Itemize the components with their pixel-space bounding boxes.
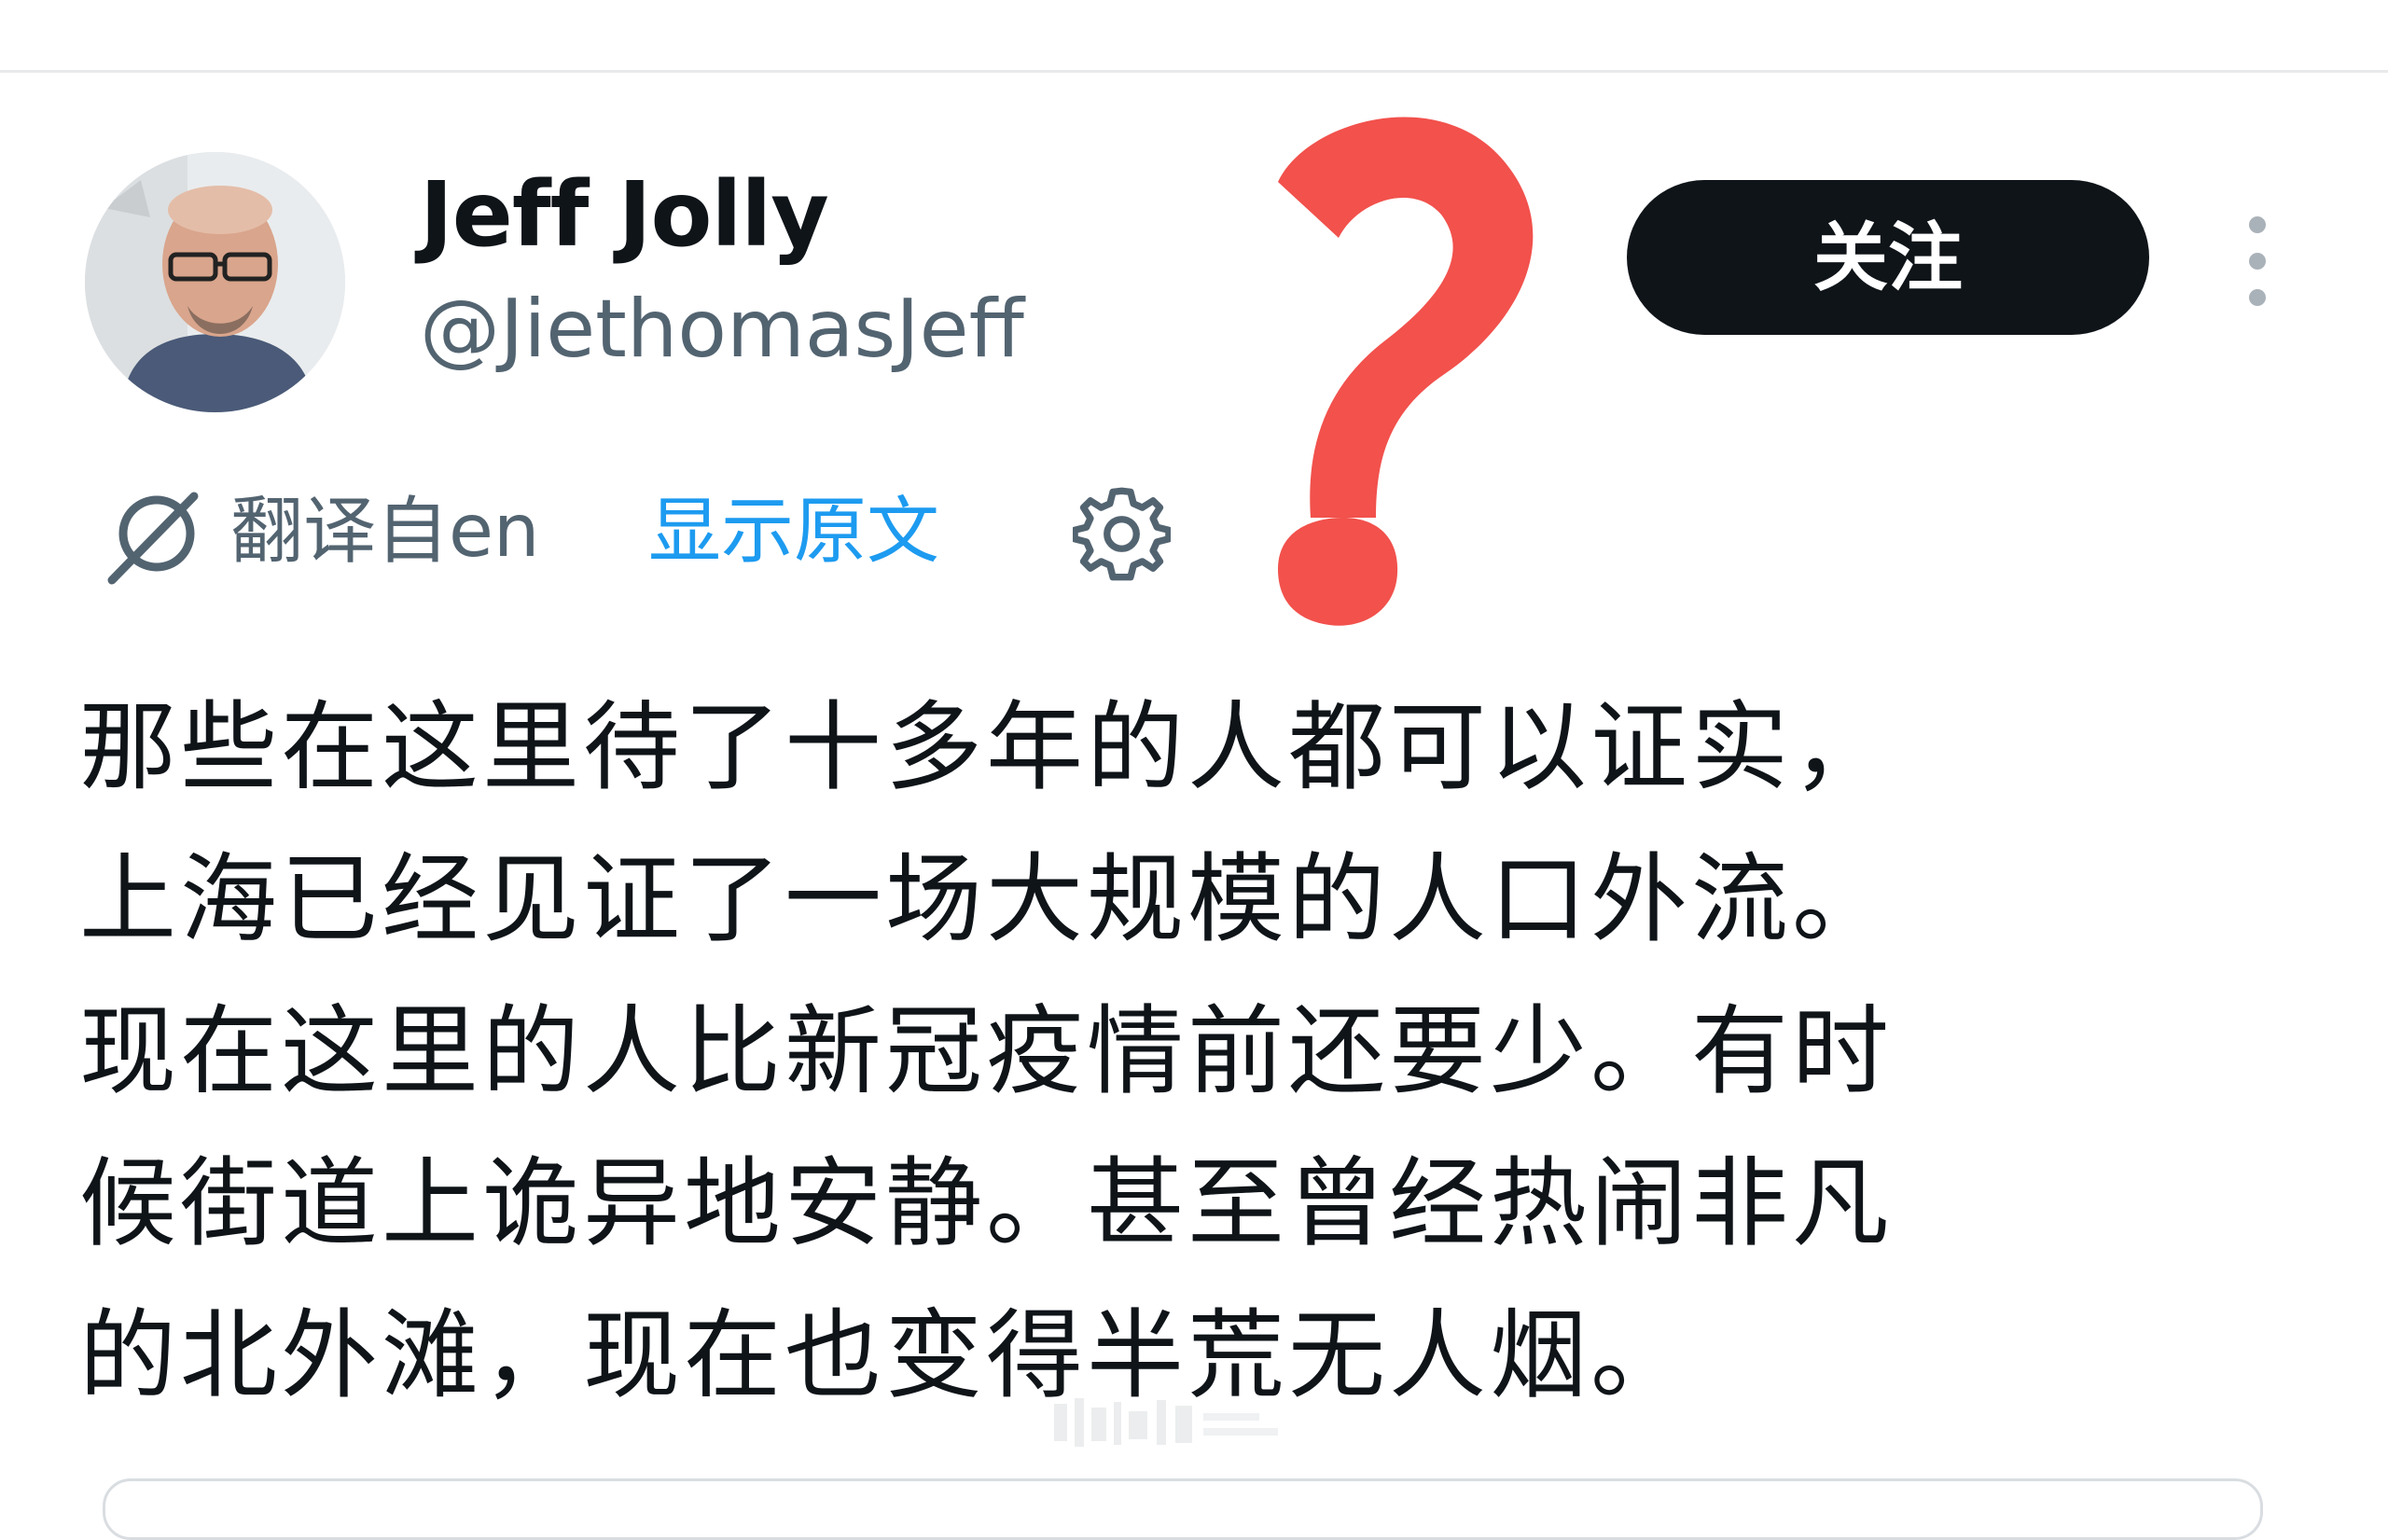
bottom-card-edge <box>103 1478 2263 1540</box>
tweet-text-line: 候街道上诡异地安静。甚至曾经热闹非凡 <box>79 1146 1894 1260</box>
follow-button[interactable]: 关注 <box>1627 180 2149 335</box>
more-dot-icon <box>2249 289 2266 306</box>
show-original-link[interactable]: 显示原文 <box>648 476 939 588</box>
gear-icon[interactable] <box>1073 485 1171 583</box>
translated-from-label: 翻译自en <box>230 490 540 574</box>
author-display-name[interactable]: Jeff Jolly <box>420 159 829 271</box>
translation-row: 翻译自en 显示原文 <box>103 476 1222 588</box>
watermark-icon <box>1054 1398 1278 1447</box>
more-dot-icon <box>2249 253 2266 270</box>
author-handle[interactable]: @JiethomasJeff <box>420 278 1024 381</box>
tweet-text-line: 现在这里的人比新冠疫情前还要少。有时 <box>79 994 1894 1108</box>
question-mark-icon <box>1278 117 1534 626</box>
tweet-text: 那些在这里待了十多年的人都可以证实， 上海已经见证了一场大规模的人口外流。 现在… <box>79 672 2281 1432</box>
top-bar <box>0 0 2388 73</box>
translate-icon <box>107 492 199 585</box>
avatar-image <box>85 152 345 412</box>
tweet-text-line: 那些在这里待了十多年的人都可以证实， <box>79 690 1894 804</box>
avatar[interactable] <box>85 152 345 412</box>
more-options-button[interactable] <box>2229 205 2285 317</box>
tweet-text-line: 上海已经见证了一场大规模的人口外流。 <box>79 842 1894 956</box>
more-dot-icon <box>2249 216 2266 233</box>
